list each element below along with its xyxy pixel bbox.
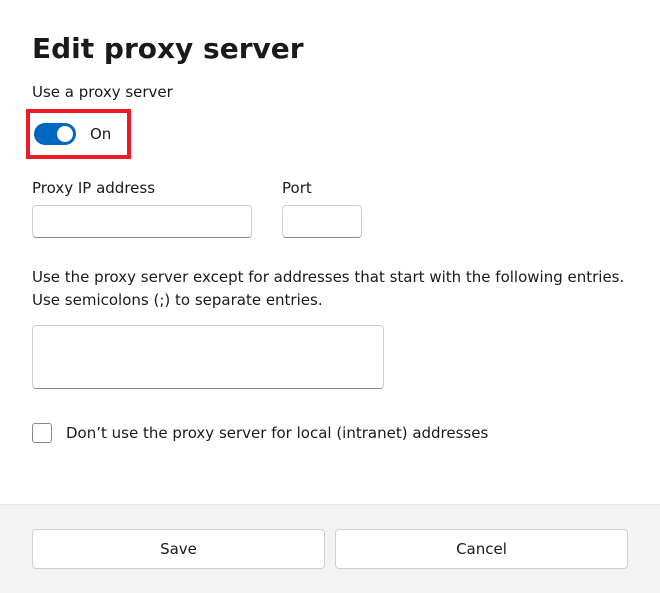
port-field-group: Port	[282, 179, 362, 238]
proxy-toggle[interactable]	[34, 123, 76, 145]
dialog-footer: Save Cancel	[0, 504, 660, 593]
ip-field-group: Proxy IP address	[32, 179, 252, 238]
dialog-title: Edit proxy server	[32, 32, 628, 65]
exceptions-description: Use the proxy server except for addresse…	[32, 266, 628, 311]
local-bypass-row: Don’t use the proxy server for local (in…	[32, 423, 628, 443]
exceptions-textarea[interactable]	[32, 325, 384, 389]
port-input[interactable]	[282, 205, 362, 238]
address-port-row: Proxy IP address Port	[32, 179, 628, 238]
local-bypass-checkbox[interactable]	[32, 423, 52, 443]
cancel-button[interactable]: Cancel	[335, 529, 628, 569]
toggle-highlight: On	[26, 109, 131, 159]
edit-proxy-dialog: Edit proxy server Use a proxy server On …	[0, 0, 660, 443]
ip-input[interactable]	[32, 205, 252, 238]
toggle-knob-icon	[57, 126, 73, 142]
ip-label: Proxy IP address	[32, 179, 252, 197]
port-label: Port	[282, 179, 362, 197]
save-button[interactable]: Save	[32, 529, 325, 569]
toggle-state-label: On	[90, 125, 111, 143]
local-bypass-label: Don’t use the proxy server for local (in…	[66, 424, 488, 442]
use-proxy-label: Use a proxy server	[32, 83, 628, 101]
